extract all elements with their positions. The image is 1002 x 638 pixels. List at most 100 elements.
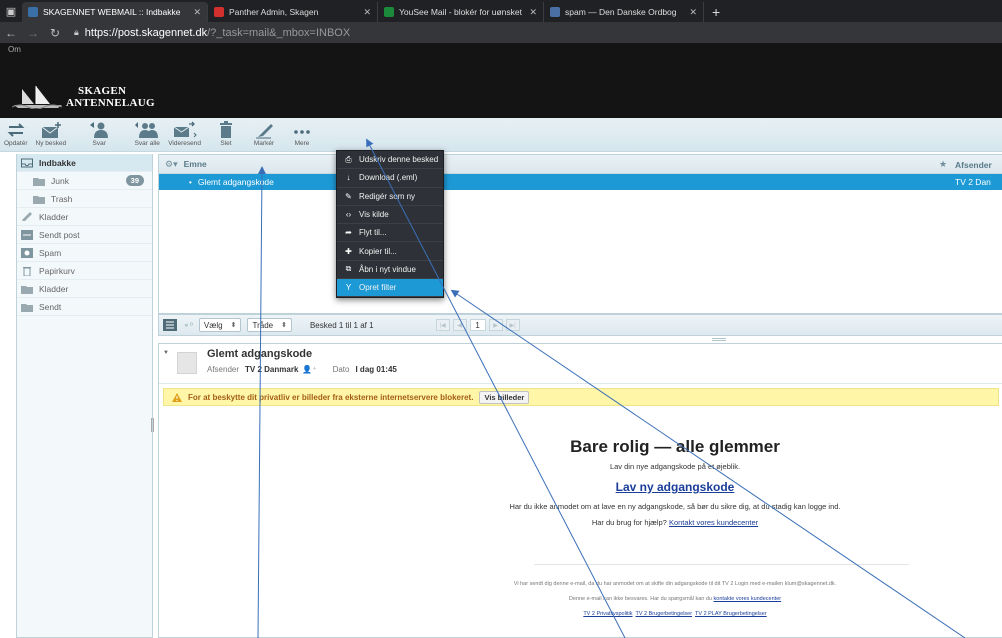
folder-label: Kladder: [39, 283, 69, 294]
from-label: Afsender: [207, 365, 240, 374]
thread-toggle-icon[interactable]: ⚬⁰: [183, 321, 193, 330]
folder-kladder-3[interactable]: Kladder: [17, 208, 152, 226]
menu-item-filter[interactable]: Y Opret filter: [337, 279, 443, 298]
browser-tab-4[interactable]: spam — Den Danske Ordbog ✕: [544, 2, 704, 22]
pager: |◀ ◀ 1 ▶ ▶|: [435, 319, 523, 331]
mark-pen-icon: [256, 124, 273, 139]
column-from[interactable]: Afsender: [955, 160, 992, 170]
forward-button[interactable]: →: [22, 26, 44, 40]
url-field[interactable]: 🔒︎ https://post.skagennet.dk/?_task=mail…: [74, 27, 350, 39]
message-row[interactable]: • Glemt adgangskode TV 2 Dan: [159, 174, 1002, 190]
logo[interactable]: SKAGEN ANTENNELAUG: [12, 85, 155, 109]
add-contact-icon[interactable]: 👤⁺: [302, 365, 316, 374]
terms-link[interactable]: TV 2 Brugerbetingelser: [636, 611, 693, 617]
select-dropdown[interactable]: Vælg ⬍: [198, 318, 242, 332]
print-icon: ⎙: [345, 154, 352, 164]
forward-icon: [173, 121, 197, 138]
compose-button[interactable]: Ny besked: [36, 118, 66, 147]
next-page-button[interactable]: ▶: [488, 319, 503, 331]
tab-close-icon[interactable]: ✕: [529, 7, 537, 18]
menu-item-edit[interactable]: ✎ Redigér som ny: [337, 188, 443, 206]
browser-menu-icon[interactable]: ▣: [0, 0, 22, 22]
last-page-button[interactable]: ▶|: [505, 319, 520, 331]
tab-close-icon[interactable]: ✕: [689, 7, 697, 18]
folder-sendt-8[interactable]: Sendt: [17, 298, 152, 316]
tab-title: Panther Admin, Skagen: [229, 7, 319, 17]
folder-kladder-7[interactable]: Kladder: [17, 280, 152, 298]
column-subject[interactable]: Emne: [184, 159, 207, 169]
folder-spam-5[interactable]: Spam: [17, 244, 152, 262]
menu-item-move[interactable]: ➦ Flyt til...: [337, 224, 443, 243]
folder-sendt-post-4[interactable]: Sendt post: [17, 226, 152, 244]
tab-close-icon[interactable]: ✕: [193, 7, 201, 18]
menu-item-copy[interactable]: ✚ Kopier til...: [337, 242, 443, 261]
back-button[interactable]: ←: [0, 26, 22, 40]
from-name[interactable]: TV 2 Danmark: [245, 365, 298, 374]
menu-item-label: Flyt til...: [359, 228, 387, 238]
tab-favicon-icon: [28, 7, 38, 17]
refresh-button[interactable]: Opdatér: [4, 118, 28, 147]
message-list-footer: ⚬⁰ Vælg ⬍ Tråde ⬍ Besked 1 til 1 af 1 |◀ ◀…: [158, 314, 1002, 336]
folder-indbakke-0[interactable]: Indbakke: [17, 154, 152, 172]
footer-contact-link[interactable]: kontakte vores kundecenter: [714, 596, 782, 602]
mark-button[interactable]: Markér: [253, 118, 275, 147]
reload-button[interactable]: ↻: [44, 26, 66, 40]
first-page-button[interactable]: |◀: [435, 319, 450, 331]
footer-line-2: Denne e-mail kan ikke besvares. Har du s…: [349, 596, 1001, 602]
folder-junk-1[interactable]: Junk 39: [17, 172, 152, 190]
app-header: Om SKAGEN ANTENNELAUG: [0, 43, 1002, 118]
privacy-link[interactable]: TV 2 Privatlivspolitik: [583, 611, 632, 617]
unread-count-badge: 39: [125, 175, 144, 186]
date-value: I dag 01:45: [355, 365, 397, 374]
folder-label: Trash: [51, 193, 73, 204]
avatar: [177, 352, 197, 374]
horizontal-splitter[interactable]: [712, 338, 726, 341]
reset-password-link[interactable]: Lav ny adgangskode: [349, 480, 1001, 494]
list-view-icon[interactable]: [163, 319, 177, 331]
menu-item-label: Åbn i nyt vindue: [359, 264, 416, 274]
footer-links: TV 2 Privatlivspolitik TV 2 Brugerbeting…: [349, 611, 1001, 617]
more-button[interactable]: Mere: [291, 118, 313, 147]
browser-tab-3[interactable]: YouSee Mail - blokér for uønsket ✕: [378, 2, 544, 22]
forward-button-mail[interactable]: Videresend: [168, 118, 201, 147]
flag-column-star-icon[interactable]: ★: [939, 159, 947, 170]
browser-tab-1[interactable]: SKAGENNET WEBMAIL :: Indbakke ✕: [22, 2, 208, 22]
folder-list: Indbakke Junk 39 Trash Kladder Sendt post Spam…: [16, 154, 153, 638]
contact-link[interactable]: Kontakt vores kundecenter: [669, 518, 758, 527]
status-dot-icon: •: [189, 177, 192, 187]
reply-button[interactable]: Svar: [88, 118, 110, 147]
menu-item-print[interactable]: ⎙ Udskriv denne besked: [337, 151, 443, 170]
tab-close-icon[interactable]: ✕: [363, 7, 371, 18]
folder-label: Papirkurv: [39, 265, 75, 276]
folder-trash-2[interactable]: Trash: [17, 190, 152, 208]
delete-button[interactable]: Slet: [215, 118, 237, 147]
remote-notice-text: For at beskytte dit privatliv er billede…: [188, 392, 474, 402]
folder-papirkurv-6[interactable]: Papirkurv: [17, 262, 152, 280]
prev-page-button[interactable]: ◀: [452, 319, 467, 331]
message-preview: ▼ Glemt adgangskode Afsender TV 2 Danmar…: [158, 343, 1002, 638]
vertical-splitter[interactable]: [151, 418, 154, 432]
about-link[interactable]: Om: [8, 45, 21, 54]
new-tab-button[interactable]: +: [704, 2, 728, 22]
browser-tab-2[interactable]: Panther Admin, Skagen ✕: [208, 2, 378, 22]
menu-item-download[interactable]: ↓ Download (.eml): [337, 169, 443, 188]
folder-label: Junk: [51, 175, 69, 186]
download-icon: ↓: [346, 173, 351, 183]
more-dots-icon: [294, 130, 310, 134]
folder-label: Sendt: [39, 301, 62, 312]
threads-dropdown[interactable]: Tråde ⬍: [247, 318, 292, 332]
reply-all-button[interactable]: Svar alle: [134, 118, 160, 147]
trash-icon: [23, 266, 31, 276]
sent-icon: [21, 229, 33, 240]
collapse-header-icon[interactable]: ▼: [163, 350, 169, 356]
play-terms-link[interactable]: TV 2 PLAY Brugerbetingelser: [695, 611, 767, 617]
email-paragraph-1: Har du ikke anmodet om at lave en ny adg…: [509, 502, 841, 511]
browser-tab-strip: ▣ SKAGENNET WEBMAIL :: Indbakke ✕ Panther …: [0, 0, 1002, 22]
menu-item-label: Kopier til...: [359, 246, 397, 256]
show-images-button[interactable]: Vis billeder: [479, 390, 530, 404]
folder-label: Spam: [39, 247, 62, 258]
page-number[interactable]: 1: [469, 319, 486, 331]
list-options-gear-icon[interactable]: ⚙▾: [165, 159, 178, 170]
menu-item-code[interactable]: ‹› Vis kilde: [337, 206, 443, 225]
menu-item-new-window[interactable]: ⧉ Åbn i nyt vindue: [337, 261, 443, 280]
